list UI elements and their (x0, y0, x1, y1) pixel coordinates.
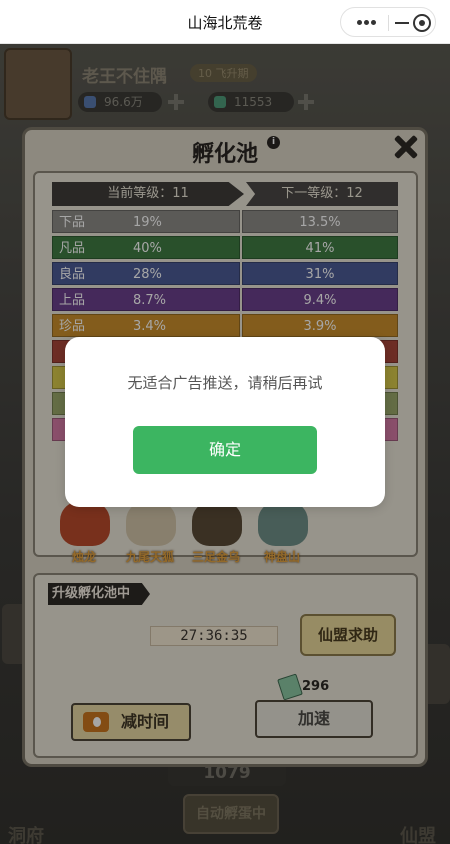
capsule-menu (340, 7, 436, 37)
minimize-icon[interactable] (395, 16, 409, 30)
ad-unavailable-dialog: 无适合广告推送，请稍后再试 确定 (65, 337, 385, 507)
dialog-message: 无适合广告推送，请稍后再试 (127, 374, 323, 392)
more-dots-icon[interactable] (357, 20, 376, 26)
capsule-divider (388, 15, 389, 31)
confirm-button[interactable]: 确定 (133, 426, 317, 474)
target-close-icon[interactable] (413, 14, 431, 32)
mini-program-titlebar: 山海北荒卷 (0, 0, 450, 44)
